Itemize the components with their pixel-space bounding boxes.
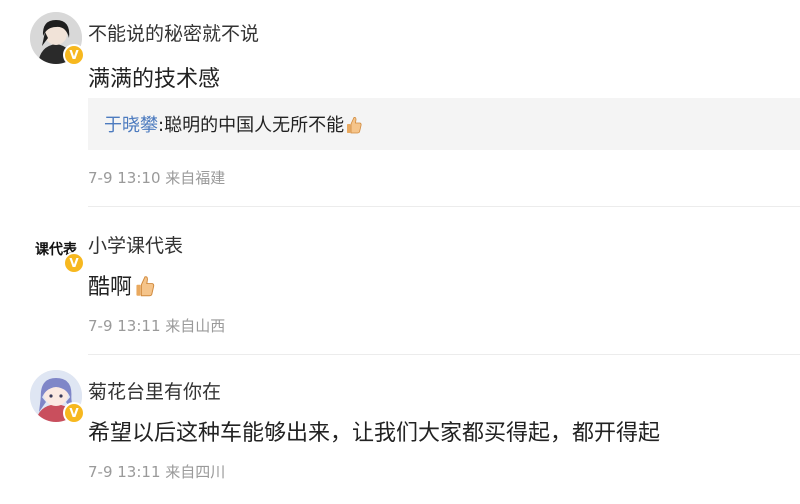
comment-username[interactable]: 小学课代表	[88, 231, 183, 258]
comment-meta: 7-9 13:10 来自福建	[88, 169, 226, 187]
verified-badge-icon: V	[63, 252, 85, 274]
comment-item: V 菊花台里有你在 希望以后这种车能够出来，让我们大家都买得起，都开得起 7-9…	[0, 355, 800, 504]
comment-username[interactable]: 菊花台里有你在	[88, 377, 221, 404]
comment-username[interactable]: 不能说的秘密就不说	[88, 19, 259, 46]
reply-username[interactable]: 于晓攀	[104, 115, 158, 136]
verified-badge-icon: V	[63, 402, 85, 424]
comment-list: V 不能说的秘密就不说 满满的技术感 于晓攀:聪明的中国人无所不能 7-9 13…	[0, 0, 800, 504]
avatar[interactable]: 课代表 V	[30, 220, 85, 274]
comment-item: V 不能说的秘密就不说 满满的技术感 于晓攀:聪明的中国人无所不能 7-9 13…	[0, 0, 800, 205]
comment-text-wrap: 酷啊	[88, 269, 156, 303]
comment-meta: 7-9 13:11 来自山西	[88, 317, 226, 335]
thumbs-up-icon	[346, 116, 362, 139]
avatar[interactable]: V	[30, 370, 85, 424]
comment-text: 酷啊	[88, 275, 133, 300]
thumbs-up-icon	[134, 275, 156, 303]
comment-item: 课代表 V 小学课代表 酷啊 7-9 13:11 来自山西	[0, 207, 800, 355]
verified-badge-icon: V	[63, 44, 85, 66]
comment-text: 满满的技术感	[88, 67, 221, 92]
comment-meta: 7-9 13:11 来自四川	[88, 463, 226, 481]
reply-box: 于晓攀:聪明的中国人无所不能	[88, 98, 800, 150]
reply-content: 于晓攀:聪明的中国人无所不能	[104, 111, 362, 139]
comment-text: 希望以后这种车能够出来，让我们大家都买得起，都开得起	[88, 421, 661, 446]
avatar[interactable]: V	[30, 12, 85, 66]
reply-text: 聪明的中国人无所不能	[164, 115, 345, 136]
